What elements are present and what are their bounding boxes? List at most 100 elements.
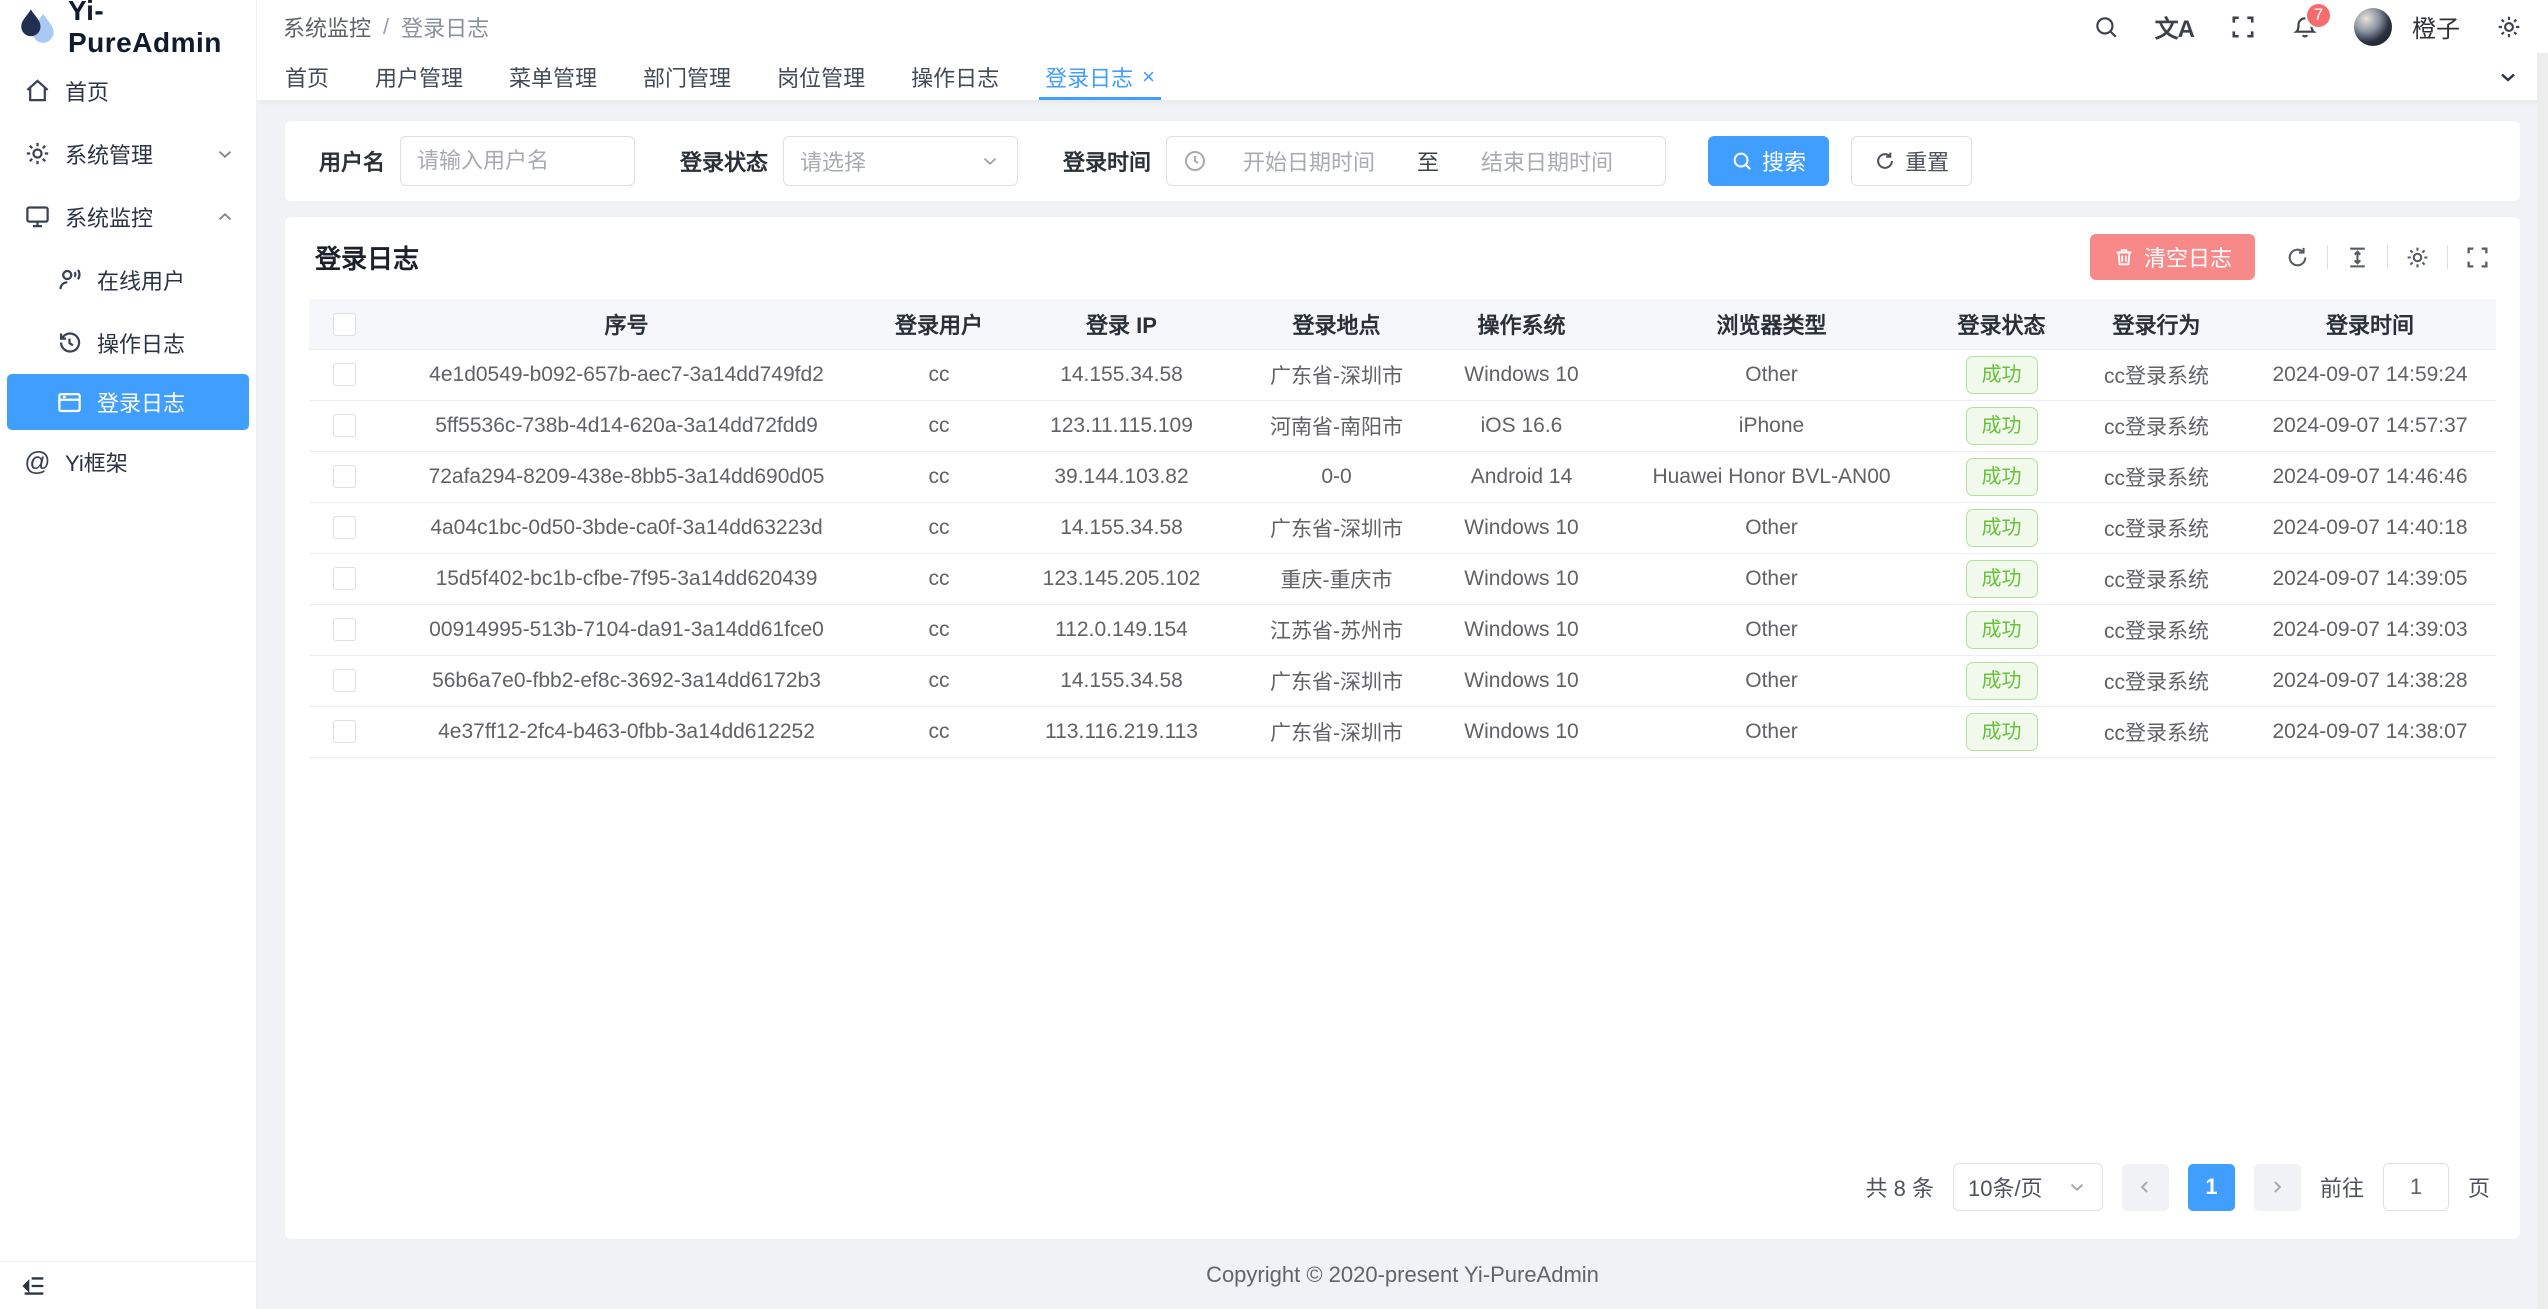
cell-user: cc	[874, 400, 1004, 451]
table-row[interactable]: 4e37ff12-2fc4-b463-0fbb-3a14dd612252 cc …	[309, 706, 2496, 757]
search-icon[interactable]	[2093, 14, 2119, 40]
tabs-more-button[interactable]	[2496, 53, 2520, 100]
start-date-placeholder: 开始日期时间	[1207, 145, 1411, 177]
breadcrumb-current: 登录日志	[401, 11, 489, 43]
notifications-button[interactable]: 7	[2292, 14, 2318, 40]
select-all-checkbox[interactable]	[333, 313, 356, 336]
row-checkbox[interactable]	[333, 567, 356, 590]
breadcrumb-parent[interactable]: 系统监控	[283, 11, 371, 43]
sidebar-submenu: 在线用户 操作日志 登录日志	[0, 248, 256, 430]
cell-behavior: cc登录系统	[2069, 604, 2244, 655]
at-icon: @	[24, 448, 51, 475]
card-header: 登录日志 清空日志	[285, 217, 2520, 287]
cell-select	[309, 655, 379, 706]
next-page-button[interactable]	[2254, 1164, 2301, 1211]
table-row[interactable]: 72afa294-8209-438e-8bb5-3a14dd690d05 cc …	[309, 451, 2496, 502]
tab-user-management[interactable]: 用户管理	[375, 53, 463, 100]
row-checkbox[interactable]	[333, 618, 356, 641]
row-checkbox[interactable]	[333, 363, 356, 386]
cell-user: cc	[874, 604, 1004, 655]
sidebar-item-online-users[interactable]: 在线用户	[0, 248, 256, 311]
cell-os: Android 14	[1434, 451, 1609, 502]
col-location: 登录地点	[1239, 299, 1434, 349]
cell-browser: Other	[1609, 655, 1934, 706]
cell-os: iOS 16.6	[1434, 400, 1609, 451]
date-range-picker[interactable]: 开始日期时间 至 结束日期时间	[1166, 136, 1666, 186]
maximize-icon[interactable]	[2465, 245, 2490, 270]
cell-behavior: cc登录系统	[2069, 400, 2244, 451]
sidebar-item-login-log[interactable]: 登录日志	[7, 374, 249, 430]
cell-browser: Other	[1609, 604, 1934, 655]
cell-select	[309, 604, 379, 655]
col-ip: 登录 IP	[1004, 299, 1239, 349]
cell-time: 2024-09-07 14:38:28	[2244, 655, 2496, 706]
status-badge: 成功	[1966, 458, 2038, 496]
tab-menu-management[interactable]: 菜单管理	[509, 53, 597, 100]
reset-button[interactable]: 重置	[1851, 136, 1972, 186]
goto-label: 前往	[2320, 1171, 2364, 1203]
settings-gear-icon[interactable]	[2496, 14, 2522, 40]
table-row[interactable]: 5ff5536c-738b-4d14-620a-3a14dd72fdd9 cc …	[309, 400, 2496, 451]
sidebar-item-home[interactable]: 首页	[0, 59, 256, 122]
row-checkbox[interactable]	[333, 465, 356, 488]
chevron-up-icon	[214, 206, 236, 228]
status-badge: 成功	[1966, 713, 2038, 751]
login-status-select[interactable]: 请选择	[783, 136, 1018, 186]
scrollbar[interactable]	[2537, 53, 2548, 1309]
fullscreen-icon[interactable]	[2230, 14, 2256, 40]
tab-dept-management[interactable]: 部门管理	[643, 53, 731, 100]
cell-id: 5ff5536c-738b-4d14-620a-3a14dd72fdd9	[379, 400, 874, 451]
tab-label: 登录日志	[1045, 61, 1133, 93]
row-checkbox[interactable]	[333, 516, 356, 539]
row-density-icon[interactable]	[2345, 245, 2370, 270]
username-label[interactable]: 橙子	[2412, 9, 2460, 44]
search-button-label: 搜索	[1762, 145, 1806, 177]
clear-log-button[interactable]: 清空日志	[2090, 234, 2255, 280]
username-input[interactable]	[400, 136, 635, 186]
row-checkbox[interactable]	[333, 669, 356, 692]
cell-id: 56b6a7e0-fbb2-ef8c-3692-3a14dd6172b3	[379, 655, 874, 706]
tab-login-log[interactable]: 登录日志 ×	[1045, 53, 1155, 100]
cell-status: 成功	[1934, 553, 2069, 604]
tab-label: 部门管理	[643, 61, 731, 93]
cell-select	[309, 349, 379, 400]
cell-time: 2024-09-07 14:39:03	[2244, 604, 2496, 655]
refresh-icon[interactable]	[2285, 245, 2310, 270]
row-checkbox[interactable]	[333, 720, 356, 743]
table-row[interactable]: 4e1d0549-b092-657b-aec7-3a14dd749fd2 cc …	[309, 349, 2496, 400]
status-field-group: 登录状态 请选择	[680, 136, 1018, 186]
table-row[interactable]: 00914995-513b-7104-da91-3a14dd61fce0 cc …	[309, 604, 2496, 655]
sidebar-item-operation-log[interactable]: 操作日志	[0, 311, 256, 374]
range-separator: 至	[1411, 145, 1445, 177]
monitor-icon	[24, 203, 51, 230]
copyright-text: Copyright © 2020-present Yi-PureAdmin	[1206, 1262, 1599, 1288]
close-icon[interactable]: ×	[1142, 64, 1155, 90]
app-title: Yi-PureAdmin	[68, 0, 256, 59]
prev-page-button[interactable]	[2122, 1164, 2169, 1211]
cell-behavior: cc登录系统	[2069, 706, 2244, 757]
tab-post-management[interactable]: 岗位管理	[777, 53, 865, 100]
page-size-select[interactable]: 10条/页	[1953, 1163, 2103, 1211]
table-row[interactable]: 56b6a7e0-fbb2-ef8c-3692-3a14dd6172b3 cc …	[309, 655, 2496, 706]
column-settings-icon[interactable]	[2405, 245, 2430, 270]
status-badge: 成功	[1966, 509, 2038, 547]
goto-page-input[interactable]	[2383, 1163, 2449, 1211]
current-page-button[interactable]: 1	[2188, 1164, 2235, 1211]
translate-icon[interactable]: 文A	[2155, 9, 2194, 44]
sidebar-item-system-management[interactable]: 系统管理	[0, 122, 256, 185]
tab-operation-log[interactable]: 操作日志	[911, 53, 999, 100]
table-container: 序号 登录用户 登录 IP 登录地点 操作系统 浏览器类型 登录状态 登录行为 …	[285, 287, 2520, 1149]
tab-home[interactable]: 首页	[285, 53, 329, 100]
table-row[interactable]: 4a04c1bc-0d50-3bde-ca0f-3a14dd63223d cc …	[309, 502, 2496, 553]
sidebar-item-system-monitor[interactable]: 系统监控	[0, 185, 256, 248]
user-avatar[interactable]	[2354, 8, 2392, 46]
row-checkbox[interactable]	[333, 414, 356, 437]
table-row[interactable]: 15d5f402-bc1b-cfbe-7f95-3a14dd620439 cc …	[309, 553, 2496, 604]
collapse-sidebar-icon[interactable]	[20, 1272, 48, 1300]
toolbar-divider	[2327, 245, 2328, 269]
search-button[interactable]: 搜索	[1708, 136, 1829, 186]
sidebar-footer	[0, 1261, 256, 1309]
chevron-down-icon	[2066, 1176, 2088, 1198]
app-logo-row[interactable]: Yi-PureAdmin	[0, 0, 256, 53]
sidebar-item-yi-framework[interactable]: @ Yi框架	[0, 430, 256, 493]
